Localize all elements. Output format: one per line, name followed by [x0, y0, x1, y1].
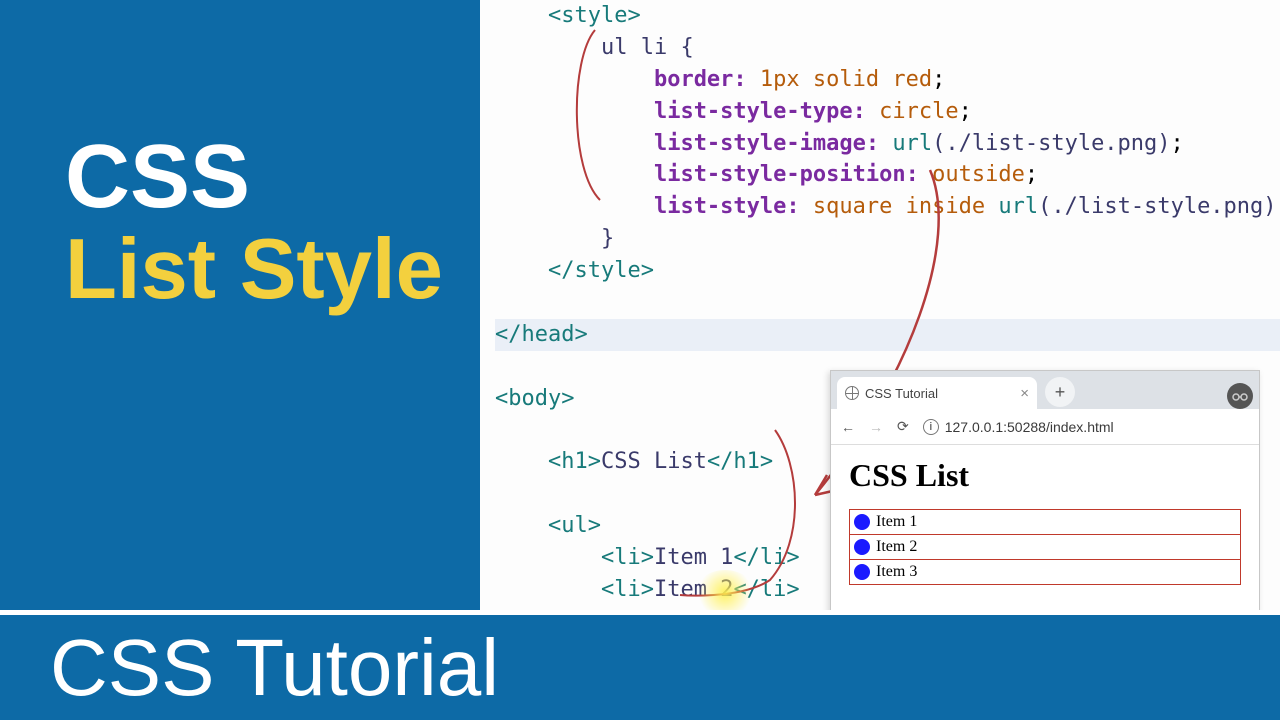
cursor-highlight — [695, 570, 755, 615]
code-selector: ul li { — [601, 35, 694, 60]
tutorial-banner: CSS Tutorial — [0, 610, 1280, 720]
browser-toolbar: ← → ⟳ i 127.0.0.1:50288/index.html — [831, 409, 1259, 445]
list-item: Item 1 — [849, 509, 1241, 535]
list-item-text: Item 1 — [876, 513, 917, 531]
list-item: Item 2 — [849, 534, 1241, 560]
title-line-1: CSS — [65, 130, 443, 225]
banner-text: CSS Tutorial — [50, 622, 499, 714]
back-button[interactable]: ← — [841, 419, 855, 435]
tab-title: CSS Tutorial — [865, 386, 938, 401]
close-icon[interactable]: × — [1020, 385, 1029, 402]
title-block: CSS List Style — [65, 130, 443, 314]
bullet-icon — [854, 514, 870, 530]
url-text: 127.0.0.1:50288/index.html — [945, 419, 1114, 435]
incognito-icon — [1227, 383, 1253, 409]
list-item-text: Item 3 — [876, 563, 917, 581]
address-bar[interactable]: i 127.0.0.1:50288/index.html — [923, 419, 1114, 435]
bullet-icon — [854, 539, 870, 555]
forward-button[interactable]: → — [869, 419, 883, 435]
globe-icon — [845, 386, 859, 400]
page-heading: CSS List — [849, 457, 1241, 494]
bullet-icon — [854, 564, 870, 580]
title-line-2: List Style — [65, 225, 443, 314]
new-tab-button[interactable]: + — [1045, 377, 1075, 407]
rendered-list: Item 1 Item 2 Item 3 — [849, 509, 1241, 585]
site-info-icon[interactable]: i — [923, 419, 939, 435]
reload-button[interactable]: ⟳ — [897, 418, 909, 435]
list-item-text: Item 2 — [876, 538, 917, 556]
browser-tabbar: CSS Tutorial × + — [831, 371, 1259, 409]
browser-tab[interactable]: CSS Tutorial × — [837, 377, 1037, 409]
code-tag: <style> — [548, 3, 641, 28]
browser-viewport: CSS List Item 1 Item 2 Item 3 — [831, 445, 1259, 597]
list-item: Item 3 — [849, 559, 1241, 585]
